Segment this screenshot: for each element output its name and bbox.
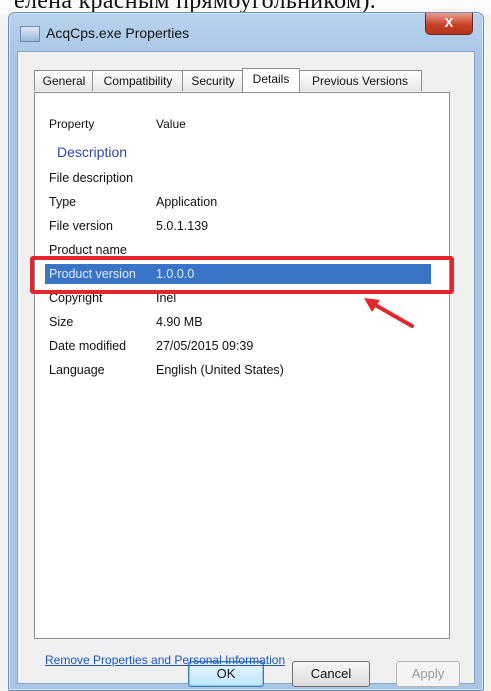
- list-header: Property Value: [35, 111, 449, 131]
- property-value: English (United States): [156, 363, 284, 377]
- property-name: Type: [49, 195, 77, 209]
- property-name: Date modified: [49, 339, 127, 353]
- property-name: Product name: [49, 243, 127, 257]
- annotation-highlight-box: [30, 256, 454, 294]
- property-value: 27/05/2015 09:39: [156, 339, 254, 353]
- property-name: Size: [49, 315, 74, 329]
- property-value: 4.90 MB: [156, 315, 203, 329]
- group-description: Description: [57, 144, 128, 160]
- property-row[interactable]: Date modified 27/05/2015 09:39: [35, 335, 449, 357]
- property-value: Application: [156, 195, 218, 209]
- tab-security[interactable]: Security: [182, 70, 244, 91]
- apply-button[interactable]: Apply: [396, 661, 460, 687]
- details-panel: Property Value Description File descript…: [34, 92, 450, 667]
- annotation-arrow-icon: [364, 298, 414, 328]
- window-title: AcqCps.exe Properties: [46, 25, 190, 41]
- property-row[interactable]: File version 5.0.1.139: [35, 215, 449, 237]
- tab-compatibility[interactable]: Compatibility: [92, 70, 184, 91]
- properties-window: AcqCps.exe Properties X General Compatib…: [8, 12, 484, 691]
- property-value: 5.0.1.139: [156, 219, 209, 233]
- tab-general[interactable]: General: [34, 70, 94, 91]
- file-icon: [20, 26, 40, 42]
- property-name: Language: [49, 363, 105, 377]
- column-value[interactable]: Value: [156, 117, 186, 131]
- cancel-button[interactable]: Cancel: [292, 661, 370, 687]
- property-row[interactable]: Language English (United States): [35, 359, 449, 381]
- property-row[interactable]: Type Application: [35, 191, 449, 213]
- property-name: File version: [49, 219, 113, 233]
- property-row[interactable]: File description: [35, 167, 449, 189]
- tab-details[interactable]: Details: [242, 68, 300, 92]
- close-button[interactable]: X: [425, 13, 473, 35]
- remove-properties-link[interactable]: Remove Properties and Personal Informati…: [45, 653, 285, 667]
- property-name: File description: [49, 171, 134, 185]
- tab-previous-versions[interactable]: Previous Versions: [298, 70, 422, 91]
- column-property[interactable]: Property: [49, 117, 94, 131]
- dialog-client: General Compatibility Security Details P…: [17, 51, 475, 687]
